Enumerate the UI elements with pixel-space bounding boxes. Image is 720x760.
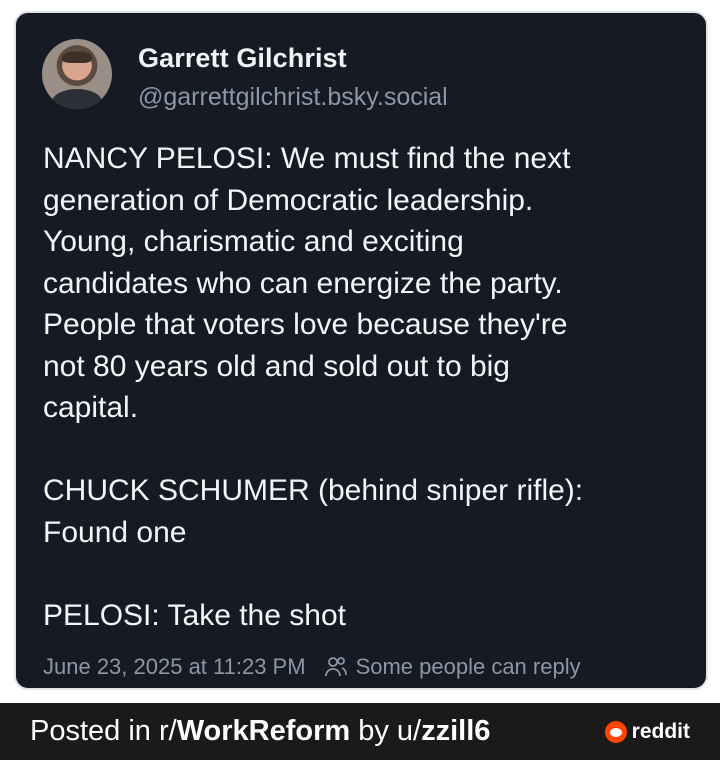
reddit-wordmark: reddit: [631, 720, 690, 743]
reddit-footer: Posted in r/WorkReform by u/zzill6 reddi…: [0, 703, 720, 760]
people-icon: [324, 656, 348, 678]
avatar-shirt: [52, 89, 102, 109]
post-text: NANCY PELOSI: We must find the next gene…: [43, 142, 584, 632]
post-timestamp[interactable]: June 23, 2025 at 11:23 PM: [43, 654, 306, 680]
author-handle[interactable]: @garrettgilchrist.bsky.social: [138, 83, 448, 112]
posted-in-text: Posted in r/WorkReform by u/zzill6: [30, 715, 490, 748]
post-meta: June 23, 2025 at 11:23 PM Some people ca…: [43, 654, 581, 680]
author-name[interactable]: Garrett Gilchrist: [138, 43, 347, 74]
reddit-logo: reddit: [604, 720, 690, 744]
reddit-snoo-icon: [604, 721, 627, 743]
posted-in-prefix: Posted in r/: [30, 715, 177, 747]
username-link[interactable]: zzill6: [421, 715, 490, 747]
avatar[interactable]: [42, 39, 112, 109]
avatar-hair: [62, 51, 92, 63]
reply-setting: Some people can reply: [355, 654, 581, 679]
by-prefix: by u/: [350, 715, 422, 747]
post-card: Garrett Gilchrist @garrettgilchrist.bsky…: [14, 11, 708, 690]
subreddit-link[interactable]: WorkReform: [177, 715, 351, 747]
